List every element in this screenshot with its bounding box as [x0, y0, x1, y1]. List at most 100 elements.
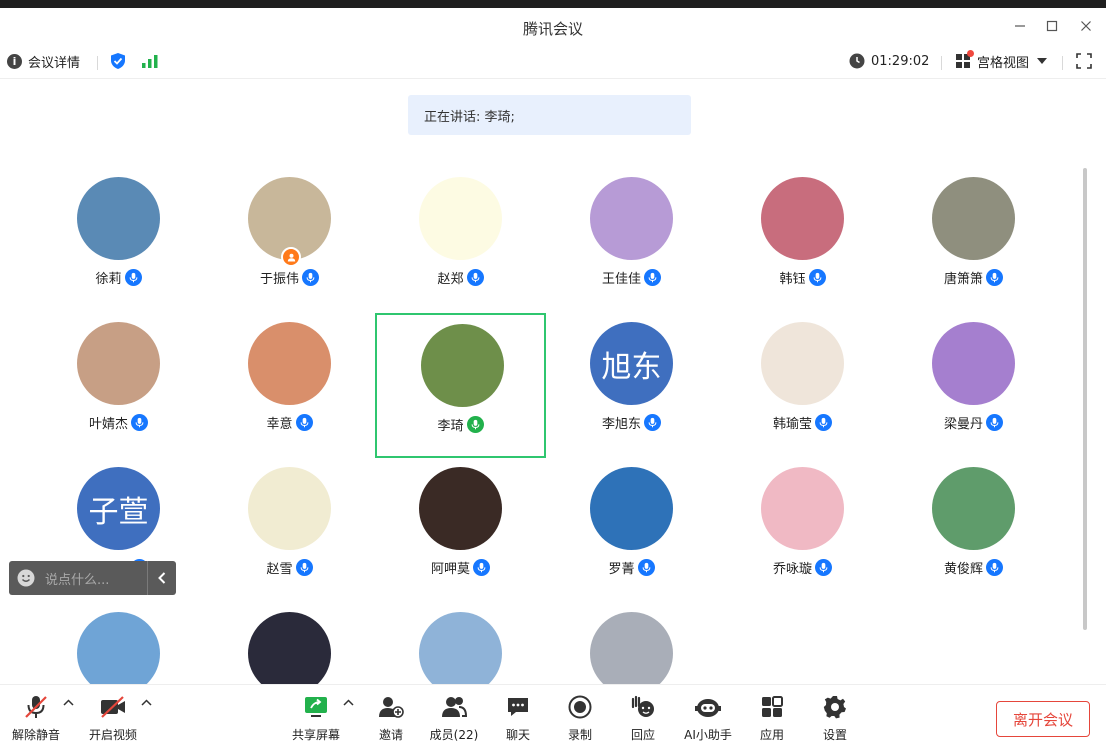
share-options-caret[interactable]: [343, 695, 354, 709]
participant-tile[interactable]: 乔咏璇: [717, 458, 888, 603]
collapse-chat-button[interactable]: [147, 561, 176, 595]
os-top-strip: [0, 0, 1106, 8]
participant-name-row: 徐莉: [33, 268, 204, 287]
invite-label: 邀请: [378, 728, 403, 742]
settings-button[interactable]: 设置: [804, 693, 866, 745]
participant-name: 黄俊辉: [943, 562, 983, 577]
close-button[interactable]: [1076, 16, 1096, 36]
participant-name: 唐箫箫: [943, 272, 983, 287]
apps-button[interactable]: 应用: [741, 693, 803, 745]
minimize-button[interactable]: [1010, 16, 1030, 36]
participant-tile[interactable]: 韩瑜莹: [717, 313, 888, 458]
unmute-button[interactable]: 解除静音: [5, 693, 67, 745]
robot-icon: [694, 693, 722, 721]
share-screen-button[interactable]: 共享屏幕: [285, 693, 347, 745]
participant-tile[interactable]: [546, 603, 717, 684]
avatar: [932, 467, 1015, 550]
participant-name-row: 韩钰: [717, 268, 888, 287]
chevron-left-icon: [158, 572, 166, 584]
avatar: [77, 177, 160, 260]
mic-icon: [302, 269, 319, 286]
notification-dot: [967, 50, 974, 57]
mic-active-icon: [466, 416, 484, 433]
avatar: [761, 177, 844, 260]
chat-input-placeholder[interactable]: 说点什么...: [45, 569, 147, 588]
mic-icon: [815, 414, 832, 431]
bottom-control-bar: 解除静音 开启视频 共享屏幕 邀请 成员(22) 聊天 录制 回应 AI小助手 …: [0, 684, 1106, 754]
participant-name: 叶婧杰: [88, 417, 128, 432]
unmute-label: 解除静音: [11, 728, 60, 742]
participant-tile[interactable]: 韩钰: [717, 168, 888, 313]
mic-icon: [986, 559, 1003, 576]
info-icon: i: [7, 53, 22, 69]
participant-tile[interactable]: 李琦: [375, 313, 546, 458]
title-bar: 腾讯会议: [0, 8, 1106, 44]
participant-name-row: 韩瑜莹: [717, 413, 888, 432]
avatar: [419, 467, 502, 550]
close-icon: [1081, 21, 1091, 31]
avatar: [248, 612, 331, 684]
avatar: [590, 177, 673, 260]
active-speaker-text: 正在讲话: 李琦;: [424, 109, 515, 125]
share-screen-label: 共享屏幕: [291, 728, 340, 742]
participant-tile[interactable]: 王佳佳: [546, 168, 717, 313]
raise-hand-icon: [629, 693, 657, 721]
participant-tile[interactable]: [375, 603, 546, 684]
view-mode-dropdown[interactable]: 宫格视图: [955, 50, 1048, 71]
reactions-button[interactable]: 回应: [612, 693, 674, 745]
participant-name: 阿呷莫: [430, 562, 470, 577]
chat-label: 聊天: [505, 728, 530, 742]
avatar: [932, 177, 1015, 260]
avatar: [77, 612, 160, 684]
timer-value: 01:29:02: [871, 53, 930, 69]
quick-chat-box[interactable]: 说点什么...: [9, 561, 176, 595]
mic-icon: [473, 559, 490, 576]
toolbar-divider: [941, 56, 942, 70]
avatar-initials: 子萱: [88, 494, 149, 530]
participant-tile[interactable]: 旭东 李旭东: [546, 313, 717, 458]
emoji-icon[interactable]: [17, 569, 35, 587]
fullscreen-button[interactable]: [1076, 51, 1092, 71]
members-button[interactable]: 成员(22): [423, 693, 485, 745]
participant-tile[interactable]: 徐莉: [33, 168, 204, 313]
apps-label: 应用: [759, 728, 784, 742]
participant-name-row: 乔咏璇: [717, 558, 888, 577]
maximize-button[interactable]: [1042, 16, 1062, 36]
participant-name: 于振伟: [259, 272, 299, 287]
participant-name-row: 黄俊辉: [888, 558, 1058, 577]
record-button[interactable]: 录制: [549, 693, 611, 745]
participant-tile[interactable]: 黄俊辉: [888, 458, 1058, 603]
mic-icon: [131, 414, 148, 431]
participant-name-row: 赵郑: [375, 268, 546, 287]
participant-tile[interactable]: 幸意: [204, 313, 375, 458]
avatar: [590, 612, 673, 684]
participant-tile[interactable]: 阿呷莫: [375, 458, 546, 603]
leave-meeting-button[interactable]: 离开会议: [996, 701, 1090, 737]
ai-assistant-label: AI小助手: [684, 728, 732, 742]
record-label: 录制: [567, 728, 592, 742]
participant-name-row: 于振伟: [204, 268, 375, 287]
security-button[interactable]: [109, 51, 127, 71]
mic-muted-icon: [22, 693, 50, 721]
audio-options-caret[interactable]: [63, 695, 74, 709]
participant-tile[interactable]: 于振伟: [204, 168, 375, 313]
network-signal-indicator[interactable]: [141, 51, 159, 71]
participant-name: 韩瑜莹: [772, 417, 812, 432]
chat-button[interactable]: 聊天: [487, 693, 549, 745]
participant-tile[interactable]: 梁曼丹: [888, 313, 1058, 458]
participant-tile[interactable]: 唐箫箫: [888, 168, 1058, 313]
participant-tile[interactable]: [204, 603, 375, 684]
participant-tile[interactable]: 赵郑: [375, 168, 546, 313]
participant-tile[interactable]: [33, 603, 204, 684]
video-options-caret[interactable]: [141, 695, 152, 709]
start-video-button[interactable]: 开启视频: [82, 693, 144, 745]
participant-tile[interactable]: 叶婧杰: [33, 313, 204, 458]
participant-tile[interactable]: 罗菁: [546, 458, 717, 603]
chevron-up-icon: [63, 699, 74, 706]
meeting-details-button[interactable]: i 会议详情: [7, 51, 80, 71]
ai-assistant-button[interactable]: AI小助手: [677, 693, 739, 745]
invite-button[interactable]: 邀请: [360, 693, 422, 745]
participant-tile[interactable]: 赵雪: [204, 458, 375, 603]
participant-name-row: 唐箫箫: [888, 268, 1058, 287]
grid-scrollbar[interactable]: [1083, 168, 1087, 630]
